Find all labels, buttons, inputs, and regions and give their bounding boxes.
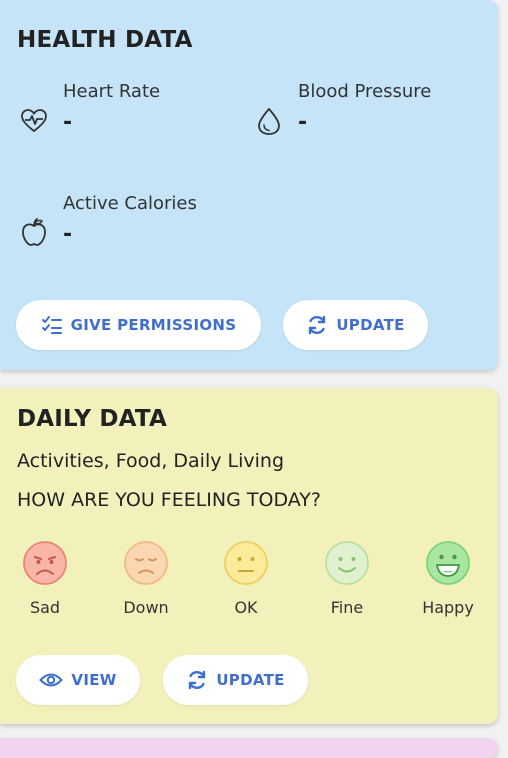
- mood-ok-option[interactable]: OK: [201, 540, 291, 617]
- blood-pressure-value: -: [298, 110, 308, 135]
- mood-fine-option[interactable]: Fine: [302, 540, 392, 617]
- happy-face-icon: [426, 541, 470, 585]
- health-data-title: HEALTH DATA: [17, 27, 193, 53]
- mood-down-option[interactable]: Down: [101, 540, 191, 617]
- heart-rate-label: Heart Rate: [63, 81, 161, 102]
- mood-happy-label: Happy: [422, 598, 474, 617]
- down-face-icon: [124, 541, 168, 585]
- smile-face-icon: [325, 541, 369, 585]
- checklist-icon: [41, 316, 62, 334]
- daily-update-label: UPDATE: [216, 671, 285, 689]
- heart-rate-value: -: [63, 110, 73, 135]
- heart-pulse-icon: [21, 109, 47, 133]
- view-label: VIEW: [71, 671, 117, 689]
- give-permissions-button[interactable]: GIVE PERMISSIONS: [16, 300, 261, 350]
- daily-data-title: DAILY DATA: [17, 406, 167, 432]
- daily-data-subtitle: Activities, Food, Daily Living: [17, 450, 285, 472]
- give-permissions-label: GIVE PERMISSIONS: [70, 316, 237, 334]
- mood-down-label: Down: [123, 598, 169, 617]
- refresh-icon: [189, 670, 206, 690]
- eye-icon: [39, 673, 63, 687]
- refresh-icon: [309, 315, 326, 335]
- daily-update-button[interactable]: UPDATE: [163, 655, 308, 705]
- health-data-card: HEALTH DATA Heart Rate - Blood Pressure …: [0, 0, 498, 370]
- neutral-face-icon: [224, 541, 268, 585]
- mood-ok-label: OK: [234, 598, 258, 617]
- feeling-question: HOW ARE YOU FEELING TODAY?: [17, 489, 321, 511]
- view-button[interactable]: VIEW: [16, 655, 140, 705]
- sad-face-icon: [23, 541, 67, 585]
- droplet-icon: [258, 107, 280, 135]
- mood-fine-label: Fine: [330, 598, 364, 617]
- health-update-button[interactable]: UPDATE: [283, 300, 428, 350]
- active-calories-label: Active Calories: [63, 193, 197, 214]
- blood-pressure-label: Blood Pressure: [298, 81, 432, 102]
- mood-sad-label: Sad: [29, 598, 61, 617]
- health-update-label: UPDATE: [336, 316, 405, 334]
- mood-happy-option[interactable]: Happy: [403, 540, 493, 617]
- next-card: [0, 738, 498, 758]
- mood-sad-option[interactable]: Sad: [0, 540, 90, 617]
- active-calories-value: -: [63, 222, 73, 247]
- apple-icon: [22, 218, 46, 246]
